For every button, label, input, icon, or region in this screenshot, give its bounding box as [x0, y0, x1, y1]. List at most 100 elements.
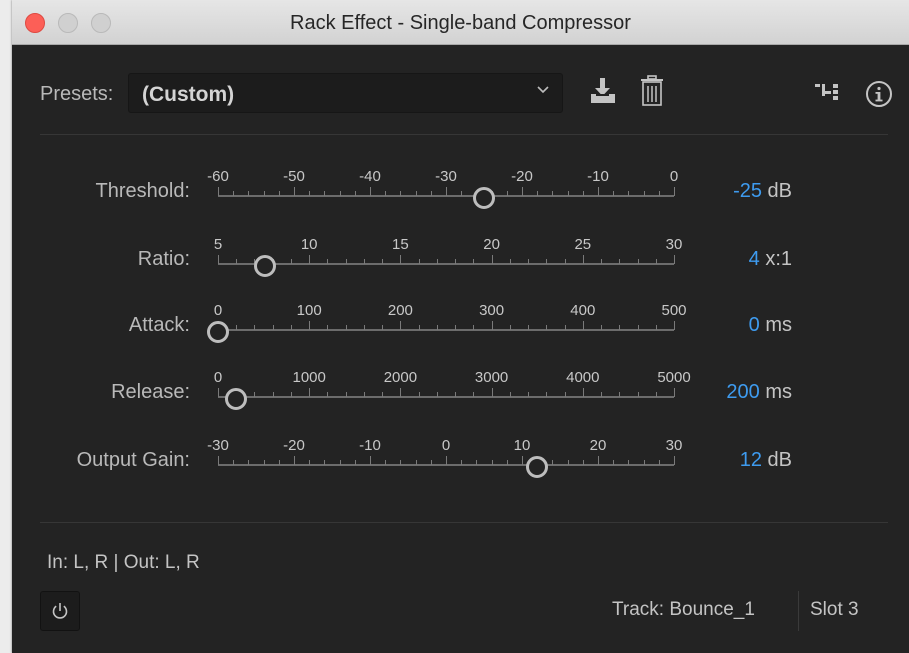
major-tick [294, 456, 295, 465]
output-gain-label: Output Gain: [76, 449, 190, 471]
minor-tick [382, 259, 384, 264]
power-button[interactable] [40, 591, 80, 631]
minor-tick [567, 460, 569, 465]
minor-tick [537, 191, 539, 196]
minor-tick [528, 392, 530, 397]
release-track [218, 396, 674, 398]
minor-tick [430, 191, 432, 196]
attack-value[interactable]: 0 ms [702, 314, 792, 337]
major-tick [446, 187, 447, 196]
major-tick [309, 321, 311, 330]
threshold-value[interactable]: -25 dB [702, 180, 792, 203]
ratio-value[interactable]: 4 x:1 [702, 248, 792, 271]
minor-tick [564, 392, 566, 397]
minor-tick [415, 460, 417, 465]
minor-tick [601, 325, 603, 330]
ratio-unit: x:1 [765, 248, 792, 270]
title-bar[interactable]: Rack Effect - Single-band Compressor [12, 0, 909, 45]
minor-tick [382, 392, 384, 397]
minor-tick [461, 460, 463, 465]
major-tick [674, 456, 675, 465]
output-gain-tick-label: 30 [665, 437, 683, 454]
minor-tick [354, 191, 356, 196]
attack-tick-label: 300 [479, 302, 505, 319]
output-gain-tick-label: -10 [359, 437, 381, 454]
minor-tick [272, 325, 274, 330]
release-slider[interactable]: 0 1000 2000 3000 4000 5000 [202, 369, 691, 432]
major-tick [400, 321, 402, 330]
output-gain-value-number[interactable]: 12 [740, 449, 762, 471]
minor-tick [254, 392, 256, 397]
threshold-value-number[interactable]: -25 [733, 180, 762, 202]
attack-tick-label: 100 [296, 302, 322, 319]
info-icon[interactable] [865, 80, 893, 108]
minor-tick [430, 460, 432, 465]
threshold-tick-label: 0 [669, 168, 679, 185]
minor-tick [491, 460, 493, 465]
save-preset-icon[interactable] [588, 76, 618, 106]
minor-tick [327, 392, 329, 397]
minor-tick [354, 460, 356, 465]
minor-tick [254, 325, 256, 330]
release-value-number[interactable]: 200 [726, 381, 759, 403]
threshold-slider[interactable]: -60 -50 -40 -30 -20 -10 0 [202, 168, 682, 231]
ratio-value-number[interactable]: 4 [749, 248, 760, 270]
release-tick-label: 0 [213, 369, 223, 386]
attack-label: Attack: [128, 314, 190, 336]
minor-tick [339, 460, 341, 465]
output-gain-knob[interactable] [526, 456, 549, 478]
footer-separator [798, 591, 799, 631]
minor-tick [637, 259, 639, 264]
minor-tick [400, 460, 402, 465]
major-tick [400, 388, 402, 397]
minor-tick [637, 325, 639, 330]
threshold-tick-label: -20 [511, 168, 533, 185]
minor-tick [461, 191, 463, 196]
track-name: Track: Bounce_1 [612, 599, 755, 620]
presets-dropdown[interactable]: (Custom) [128, 73, 563, 113]
major-tick [598, 456, 599, 465]
threshold-tick-label: -50 [283, 168, 305, 185]
compressor-window: Rack Effect - Single-band Compressor Pre… [12, 0, 909, 653]
release-knob[interactable] [225, 388, 248, 410]
minor-tick [619, 259, 621, 264]
attack-value-number[interactable]: 0 [749, 314, 760, 336]
threshold-knob[interactable] [473, 187, 495, 209]
presets-label: Presets: [40, 83, 114, 105]
attack-tick-label: 400 [570, 302, 596, 319]
minor-tick [418, 259, 420, 264]
release-unit: ms [765, 381, 792, 403]
slot-number: Slot 3 [810, 599, 859, 620]
attack-unit: ms [765, 314, 792, 336]
attack-slider[interactable]: 0 100 200 300 400 500 [202, 302, 687, 365]
ratio-slider[interactable]: 5 10 15 20 25 30 [202, 236, 682, 299]
minor-tick [655, 392, 657, 397]
major-tick [674, 388, 675, 397]
major-tick [309, 255, 311, 264]
trash-icon[interactable] [639, 74, 665, 108]
minor-tick [248, 191, 250, 196]
channel-routing-icon[interactable] [814, 82, 840, 104]
output-gain-slider[interactable]: -30 -20 -10 0 10 20 30 [202, 437, 682, 500]
major-tick [674, 321, 675, 330]
io-channels: In: L, R | Out: L, R [47, 552, 200, 573]
minor-tick [339, 191, 341, 196]
minor-tick [345, 259, 347, 264]
minor-tick [436, 392, 438, 397]
output-gain-value[interactable]: 12 dB [702, 449, 792, 472]
minor-tick [582, 460, 584, 465]
threshold-label: Threshold: [95, 180, 191, 202]
minor-tick [272, 392, 274, 397]
chevron-down-icon [537, 86, 549, 94]
attack-knob[interactable] [207, 321, 229, 343]
minor-tick [418, 325, 420, 330]
release-value[interactable]: 200 ms [702, 381, 792, 404]
ratio-knob[interactable] [254, 255, 277, 277]
minor-tick [643, 191, 645, 196]
minor-tick [327, 259, 329, 264]
minor-tick [509, 325, 511, 330]
minor-tick [236, 325, 238, 330]
minor-tick [324, 191, 326, 196]
minor-tick [655, 325, 657, 330]
attack-tick-label: 0 [213, 302, 223, 319]
